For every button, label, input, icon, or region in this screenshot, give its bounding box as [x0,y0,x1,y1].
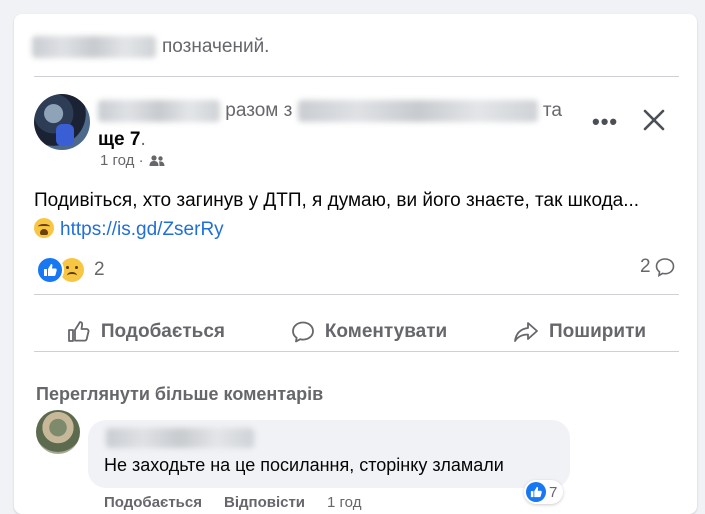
comment-button-label: Коментувати [324,321,448,342]
tagged-suffix: позначений. [162,36,270,58]
and-text: та [542,100,562,121]
divider [34,76,679,77]
redacted-name [32,36,156,58]
comment-text: Не заходьте на це посилання, сторінку зл… [104,455,504,475]
post-body: Подивіться, хто загинув у ДТП, я думаю, … [34,186,694,244]
close-icon[interactable] [640,106,668,134]
more-tagged-link[interactable]: ще 7 [98,129,140,150]
redacted-author-name[interactable] [98,99,220,122]
comment-button[interactable]: Коментувати [277,312,461,352]
comment-bubble-icon [655,258,674,277]
thumbs-up-icon [67,321,90,342]
comment-count-value: 2 [640,256,651,277]
comment-reply-button[interactable]: Відповісти [224,494,305,511]
share-icon [514,322,538,342]
reaction-summary[interactable]: 2 [36,256,105,284]
comment-reaction-count: 7 [549,483,558,501]
comment-reaction-badge[interactable]: 7 [524,480,564,504]
post-meta: 1 год · [100,152,165,169]
post-time[interactable]: 1 год · [100,152,144,169]
like-reaction-icon [526,482,546,502]
comment-bubble: Не заходьте на це посилання, сторінку зл… [88,420,570,488]
comment-time[interactable]: 1 год [327,494,361,511]
like-reaction-icon [36,256,64,284]
divider [34,294,679,295]
comment-icon [291,321,314,343]
view-more-comments-link[interactable]: Переглянути більше коментарів [36,384,323,405]
reaction-count: 2 [94,259,105,280]
redacted-tagged-name[interactable] [297,99,538,122]
post-link[interactable]: https://is.gd/ZserRy [60,219,224,240]
divider [34,351,679,352]
more-options-button[interactable]: ••• [592,111,618,133]
post-text: Подивіться, хто загинув у ДТП, я думаю, … [34,190,640,211]
author-avatar[interactable] [34,94,90,150]
commenter-avatar[interactable] [36,410,80,454]
period: . [140,129,146,150]
redacted-commenter-name[interactable] [106,428,254,448]
like-button[interactable]: Подобається [53,312,239,352]
post-card: позначений. разом з та ще 7. 1 год · •••… [14,14,697,514]
comment-actions: Подобається Відповісти 1 год [104,494,361,511]
share-button-label: Поширити [549,321,647,342]
tagged-line: позначений. [32,36,269,58]
comment-count[interactable]: 2 [640,256,675,278]
crying-emoji-icon [34,218,54,238]
post-header: разом з та ще 7. [98,96,568,154]
with-text: разом з [225,100,293,121]
friends-icon [149,154,165,166]
like-button-label: Подобається [100,321,226,342]
share-button[interactable]: Поширити [499,312,660,352]
comment-like-button[interactable]: Подобається [104,494,202,511]
